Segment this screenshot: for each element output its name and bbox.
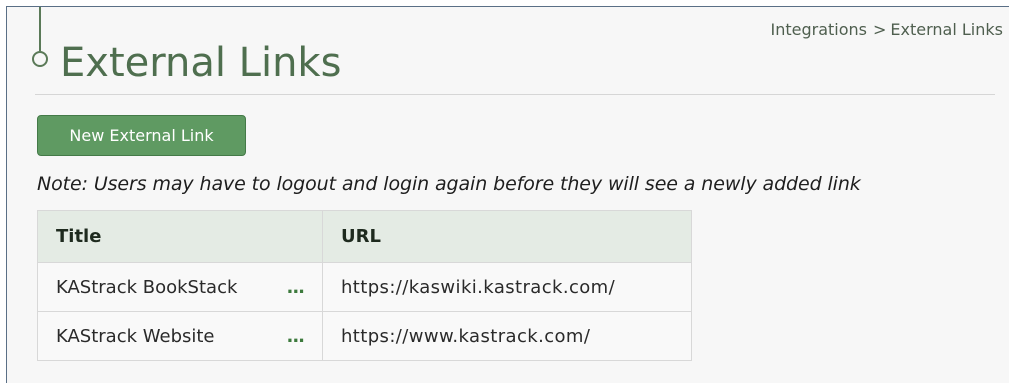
- timeline-marker-icon: [32, 51, 48, 67]
- link-title: KAStrack BookStack: [56, 276, 238, 298]
- page-title: External Links: [60, 40, 342, 86]
- more-options-icon[interactable]: ...: [286, 326, 304, 347]
- more-options-icon[interactable]: ...: [286, 277, 304, 298]
- breadcrumb-separator: >: [873, 20, 887, 39]
- title-divider: [35, 94, 995, 95]
- table-row: KAStrack BookStack ... https://kaswiki.k…: [37, 262, 692, 312]
- link-url[interactable]: https://kaswiki.kastrack.com/: [341, 277, 615, 298]
- table-row: KAStrack Website ... https://www.kastrac…: [37, 311, 692, 361]
- column-header-title[interactable]: Title: [37, 210, 323, 263]
- new-external-link-button[interactable]: New External Link: [37, 115, 246, 156]
- column-header-url[interactable]: URL: [322, 210, 692, 263]
- note-text: Note: Users may have to logout and login…: [37, 173, 861, 195]
- link-url[interactable]: https://www.kastrack.com/: [341, 326, 590, 347]
- url-cell: https://www.kastrack.com/: [322, 311, 692, 361]
- breadcrumb: Integrations > External Links: [771, 20, 1003, 39]
- title-cell: KAStrack BookStack ...: [37, 262, 323, 312]
- external-links-table: Title URL KAStrack BookStack ... https:/…: [37, 210, 692, 361]
- breadcrumb-current: External Links: [890, 20, 1003, 39]
- page-panel: External Links Integrations > External Lin…: [6, 6, 1009, 383]
- title-cell: KAStrack Website ...: [37, 311, 323, 361]
- table-header-row: Title URL: [37, 210, 692, 263]
- url-cell: https://kaswiki.kastrack.com/: [322, 262, 692, 312]
- link-title: KAStrack Website: [56, 325, 215, 347]
- breadcrumb-parent-link[interactable]: Integrations: [771, 20, 868, 39]
- timeline-line: [39, 7, 41, 51]
